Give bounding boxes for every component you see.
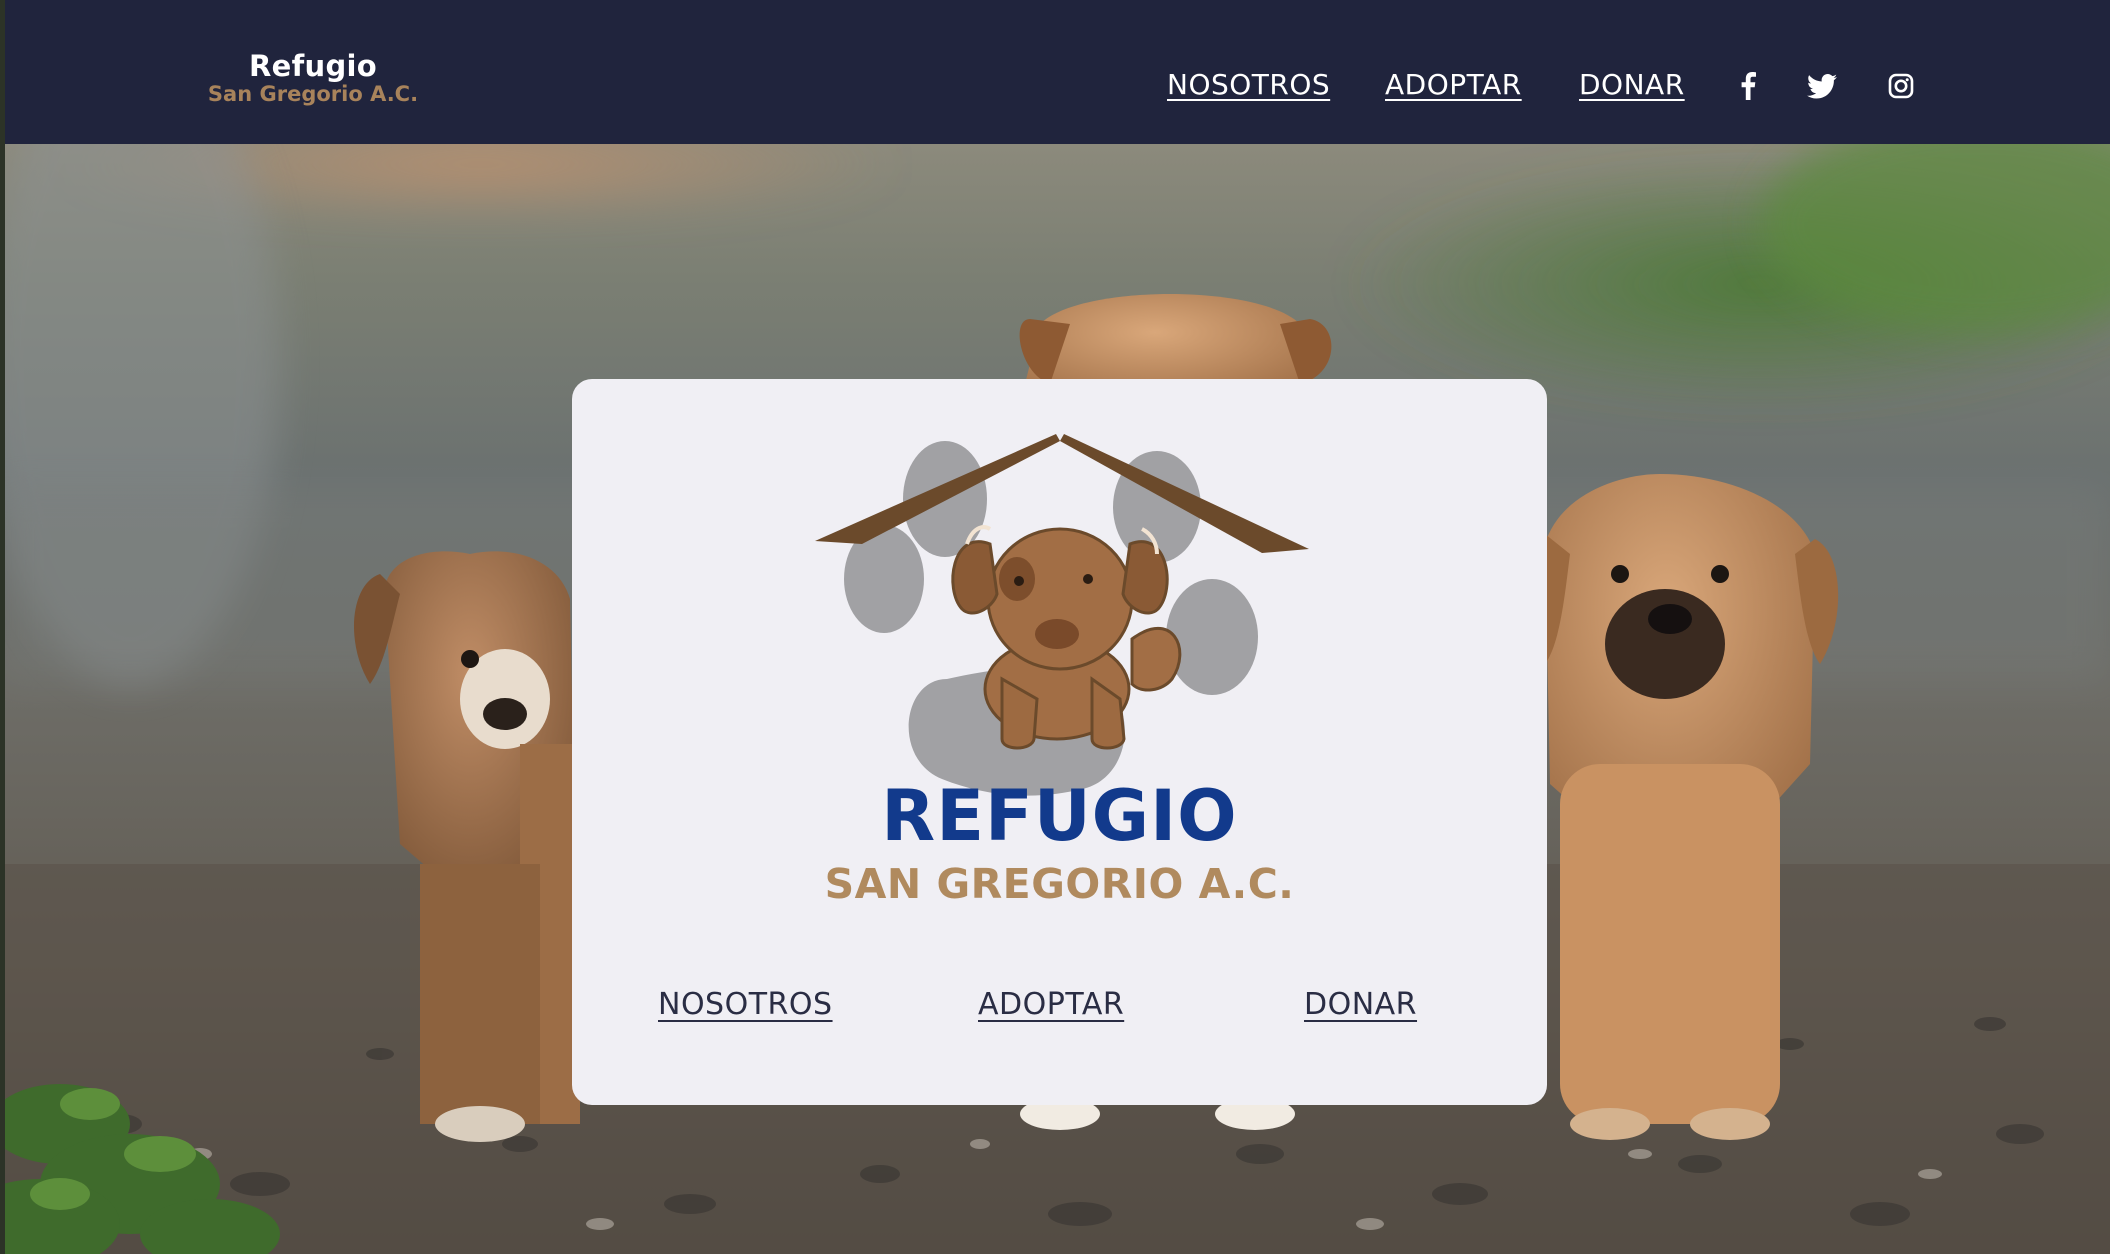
card-link-adoptar[interactable]: ADOPTAR [978,987,1124,1022]
instagram-icon[interactable] [1884,69,1918,103]
brand-title: Refugio [249,49,377,83]
logo-subtitle: SAN GREGORIO A.C. [824,860,1295,908]
nav-donar[interactable]: DONAR [1579,68,1685,101]
nav-nosotros[interactable]: NOSOTROS [1167,68,1330,101]
nav-adoptar[interactable]: ADOPTAR [1385,68,1522,101]
card-link-donar[interactable]: DONAR [1304,987,1417,1022]
brand-subtitle: San Gregorio A.C. [207,82,419,106]
twitter-icon[interactable] [1805,69,1839,103]
page: Refugio San Gregorio A.C. NOSOTROS ADOPT… [0,0,2110,1254]
window-edge [0,0,5,1254]
brand-logo[interactable]: Refugio San Gregorio A.C. [203,52,423,105]
hero-card: REFUGIO SAN GREGORIO A.C. NOSOTROS ADOPT… [572,379,1547,1105]
site-header: Refugio San Gregorio A.C. NOSOTROS ADOPT… [0,0,2110,144]
shelter-logo-graphic [815,434,1309,796]
card-link-nosotros[interactable]: NOSOTROS [658,987,833,1022]
logo-title: REFUGIO [881,775,1238,857]
facebook-icon[interactable] [1731,69,1765,103]
